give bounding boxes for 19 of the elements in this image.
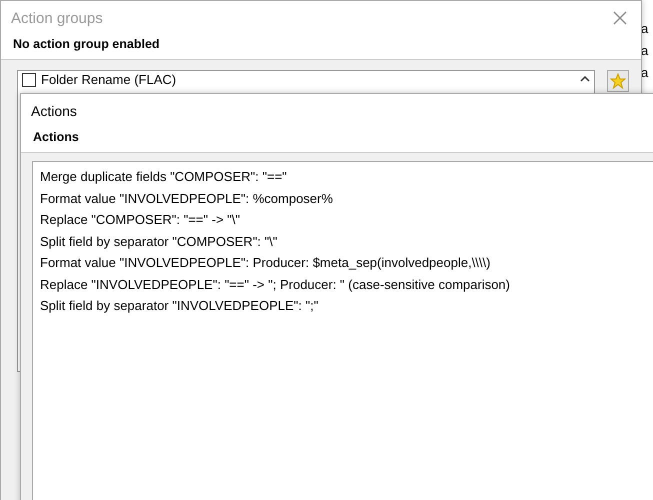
action-item[interactable]: Merge duplicate fields "COMPOSER": "==" bbox=[40, 166, 653, 188]
background-text: a bbox=[641, 64, 650, 81]
close-icon[interactable] bbox=[613, 11, 627, 25]
window-title: Actions bbox=[31, 103, 77, 119]
action-item[interactable]: Replace "COMPOSER": "==" -> "\" bbox=[40, 209, 653, 230]
window-title: Action groups bbox=[11, 10, 103, 26]
action-item[interactable]: Split field by separator "INVOLVEDPEOPLE": ";" bbox=[40, 295, 653, 316]
caret-icon[interactable] bbox=[580, 75, 590, 83]
action-item[interactable]: Replace "INVOLVEDPEOPLE": "==" -> "; Producer: " (case-sensitive comparison) bbox=[40, 274, 653, 295]
checkbox[interactable] bbox=[22, 72, 36, 86]
dialog-heading: Actions bbox=[21, 128, 653, 153]
action-item[interactable]: Format value "INVOLVEDPEOPLE": %composer% bbox=[40, 188, 653, 209]
background-text: a bbox=[641, 42, 650, 59]
action-item[interactable]: Format value "INVOLVEDPEOPLE": Producer: $meta_sep(involvedpeople,\\\\) bbox=[40, 252, 653, 274]
star-button[interactable] bbox=[607, 70, 629, 92]
group-label[interactable]: Folder Rename (FLAC) bbox=[41, 72, 176, 87]
action-item[interactable]: Split field by separator "COMPOSER": "\" bbox=[40, 230, 653, 252]
background-text: a bbox=[641, 20, 650, 37]
dialog-heading: No action group enabled bbox=[1, 35, 641, 60]
